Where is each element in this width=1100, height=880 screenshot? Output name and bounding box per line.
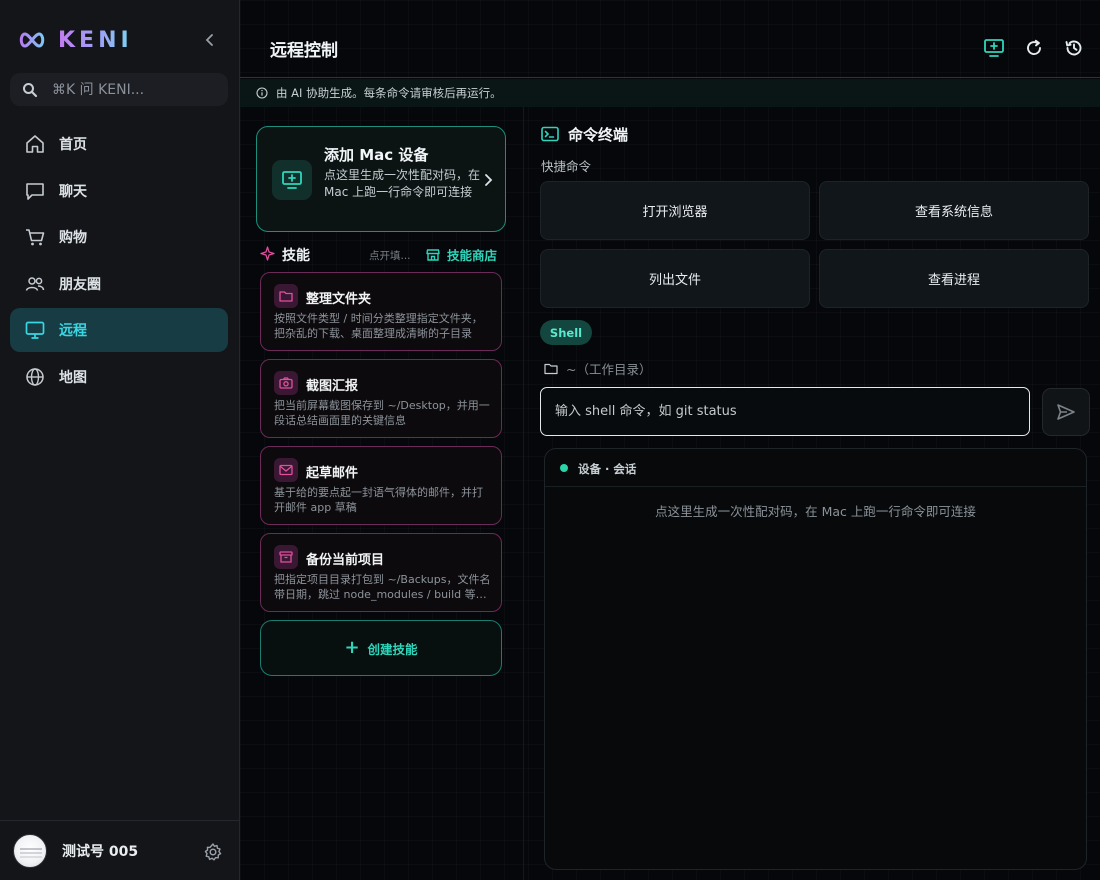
sidebar-item-remote[interactable]: 远程 xyxy=(10,308,228,353)
skills-hint: 点开填... xyxy=(369,250,411,262)
sidebar-item-label: 朋友圈 xyxy=(59,276,101,293)
terminal-header: 命令终端 xyxy=(541,124,628,144)
terminal-icon xyxy=(541,126,559,142)
info-icon xyxy=(256,87,268,99)
folder-icon xyxy=(274,284,298,308)
quick-commands-label: 快捷命令 xyxy=(541,159,592,174)
page-title: 远程控制 xyxy=(270,41,338,61)
column-divider xyxy=(523,107,524,880)
sidebar-nav: 首页 聊天 购物 朋友圈 远程 地图 xyxy=(10,122,228,402)
sidebar-item-map[interactable]: 地图 xyxy=(10,355,228,399)
sidebar-item-home[interactable]: 首页 xyxy=(10,122,228,166)
friends-icon xyxy=(23,272,47,296)
plus-icon: + xyxy=(344,637,360,658)
search-box[interactable] xyxy=(10,73,228,106)
ai-notice-bar: 由 AI 协助生成。每条命令请审核后再运行。 xyxy=(240,79,1100,107)
chevron-right-icon xyxy=(485,174,493,186)
skill-card-organize-folder[interactable]: 整理文件夹 按照文件类型 / 时间分类整理指定文件夹，把杂乱的下载、桌面整理成清… xyxy=(260,272,502,351)
cart-icon xyxy=(23,225,47,249)
home-icon xyxy=(23,132,47,156)
avatar[interactable] xyxy=(13,833,47,868)
session-title: 设备 · 会话 xyxy=(578,462,637,476)
session-header: 设备 · 会话 xyxy=(545,449,1086,487)
quick-command-view-processes[interactable]: 查看进程 xyxy=(819,249,1089,308)
brand-name: KENI xyxy=(58,27,133,53)
add-device-title: 添加 Mac 设备 xyxy=(324,146,429,164)
send-icon xyxy=(1057,404,1075,420)
create-skill-button[interactable]: + 创建技能 xyxy=(260,620,502,676)
brand[interactable]: KENI xyxy=(18,24,133,56)
add-screen-icon xyxy=(272,160,312,200)
add-mac-device-card[interactable]: 添加 Mac 设备 点这里生成一次性配对码，在 Mac 上跑一行命令即可连接 xyxy=(256,126,506,232)
terminal-title: 命令终端 xyxy=(568,125,629,144)
quick-command-system-info[interactable]: 查看系统信息 xyxy=(819,181,1089,240)
sidebar-item-label: 地图 xyxy=(59,369,87,386)
quick-command-list-files[interactable]: 列出文件 xyxy=(540,249,810,308)
collapse-sidebar-button[interactable] xyxy=(198,28,222,52)
sidebar: KENI 首页 聊天 购物 朋 xyxy=(0,0,240,880)
history-button[interactable] xyxy=(1063,37,1085,59)
globe-icon xyxy=(23,365,47,389)
quick-command-open-browser[interactable]: 打开浏览器 xyxy=(540,181,810,240)
session-panel: 设备 · 会话 点这里生成一次性配对码，在 Mac 上跑一行命令即可连接 xyxy=(544,448,1087,870)
skill-title: 起草邮件 xyxy=(306,466,359,481)
skill-card-draft-email[interactable]: 起草邮件 基于给的要点起一封语气得体的邮件，并打开邮件 app 草稿 xyxy=(260,446,502,525)
skill-title: 整理文件夹 xyxy=(306,292,372,307)
folder-icon xyxy=(544,363,558,374)
mail-icon xyxy=(274,458,298,482)
infinity-logo-icon xyxy=(19,32,45,48)
chevron-left-icon xyxy=(205,34,213,46)
sidebar-item-chat[interactable]: 聊天 xyxy=(10,169,228,213)
chat-icon xyxy=(23,179,47,203)
skill-description: 把当前屏幕截图保存到 ~/Desktop，并用一段话总结画面里的关键信息 xyxy=(274,399,490,427)
skills-title: 技能 xyxy=(282,248,310,264)
sidebar-item-label: 首页 xyxy=(59,137,87,153)
skill-card-backup-project[interactable]: 备份当前项目 把指定项目目录打包到 ~/Backups，文件名带日期，跳过 no… xyxy=(260,533,502,612)
refresh-icon xyxy=(1027,39,1041,55)
skill-description: 按照文件类型 / 时间分类整理指定文件夹，把杂乱的下载、桌面整理成清晰的子目录 xyxy=(274,312,483,340)
store-icon xyxy=(426,248,440,261)
skill-title: 备份当前项目 xyxy=(306,553,385,568)
shell-mode-tab[interactable]: Shell xyxy=(540,320,592,345)
sidebar-item-label: 远程 xyxy=(59,323,87,340)
shell-command-input[interactable] xyxy=(540,387,1030,436)
working-directory: ~（工作目录） xyxy=(544,359,651,378)
add-device-description: 点这里生成一次性配对码，在 Mac 上跑一行命令即可连接 xyxy=(324,168,481,199)
monitor-icon xyxy=(23,318,47,342)
skill-store-link[interactable]: 技能商店 xyxy=(426,245,497,264)
user-footer: 测试号 005 xyxy=(0,820,239,880)
archive-icon xyxy=(274,545,298,569)
refresh-button[interactable] xyxy=(1023,37,1045,59)
create-skill-label: 创建技能 xyxy=(367,641,418,657)
sidebar-item-friends[interactable]: 朋友圈 xyxy=(10,262,228,306)
user-name: 测试号 005 xyxy=(62,843,139,860)
skill-description: 把指定项目目录打包到 ~/Backups，文件名带日期，跳过 node_modu… xyxy=(274,573,491,601)
status-dot xyxy=(560,464,568,472)
sidebar-item-label: 聊天 xyxy=(59,183,87,200)
history-icon xyxy=(1065,40,1082,56)
notice-text: 由 AI 协助生成。每条命令请审核后再运行。 xyxy=(276,86,502,100)
skills-header: 技能 点开填... 技能商店 xyxy=(260,244,506,264)
skill-card-screenshot-report[interactable]: 截图汇报 把当前屏幕截图保存到 ~/Desktop，并用一段话总结画面里的关键信… xyxy=(260,359,502,438)
sparkle-icon xyxy=(260,246,275,261)
send-command-button[interactable] xyxy=(1042,388,1090,436)
search-input[interactable] xyxy=(52,81,212,98)
camera-icon xyxy=(274,371,298,395)
add-device-header-button[interactable] xyxy=(983,37,1005,59)
sidebar-item-label: 购物 xyxy=(59,230,87,247)
main-area: 远程控制 由 AI 协助生成。每条命令请审核后再运行。 添加 Mac 设备 点这… xyxy=(240,0,1100,880)
skill-store-label: 技能商店 xyxy=(447,248,498,263)
page-header: 远程控制 xyxy=(240,0,1100,78)
add-screen-icon xyxy=(984,39,1004,57)
search-icon xyxy=(23,82,38,97)
sidebar-item-shopping[interactable]: 购物 xyxy=(10,215,228,259)
working-directory-text: ~（工作目录） xyxy=(566,362,652,377)
gear-icon[interactable] xyxy=(203,842,223,862)
skill-title: 截图汇报 xyxy=(306,379,359,394)
session-empty-text: 点这里生成一次性配对码，在 Mac 上跑一行命令即可连接 xyxy=(655,504,976,519)
skill-description: 基于给的要点起一封语气得体的邮件，并打开邮件 app 草稿 xyxy=(274,486,483,514)
